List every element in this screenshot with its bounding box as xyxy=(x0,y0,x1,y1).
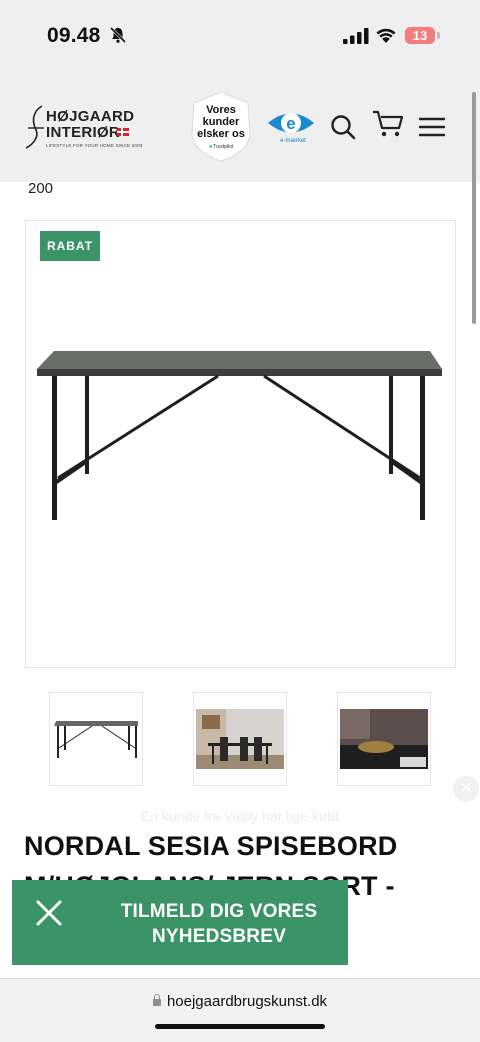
silent-bell-icon xyxy=(109,26,127,44)
cart-icon[interactable] xyxy=(372,109,404,139)
battery-cap xyxy=(437,32,440,39)
trustpilot-label: ★Trustpilot xyxy=(191,144,251,150)
purchase-notification: En kunde fra Valby har lige købt xyxy=(140,808,340,824)
discount-badge: RABAT xyxy=(40,231,100,261)
newsletter-line1: TILMELD DIG VORES xyxy=(120,901,318,922)
trustpilot-brand: Trustpilot xyxy=(213,144,234,150)
thumbnail-table-image xyxy=(54,721,138,758)
logo-line2: INTERIØR xyxy=(46,124,121,141)
emark-badge[interactable]: e e-mærket xyxy=(266,108,316,148)
thumbnail-table[interactable] xyxy=(49,692,143,786)
newsletter-line2: NYHEDSBREV xyxy=(152,926,286,947)
logo-line1: HØJGAARD xyxy=(46,108,135,125)
page-scrollbar[interactable] xyxy=(472,92,476,324)
site-logo[interactable]: HØJGAARD INTERIØR LIFESTYLE FOR YOUR HOM… xyxy=(24,104,142,152)
thumbnail-detail-image xyxy=(340,709,428,769)
product-title: NORDAL SESIA SPISEBORD M/HØJGLANS/ JERN … xyxy=(24,826,464,901)
thumbnail-dining-image xyxy=(196,709,284,769)
emark-label: e-mærket xyxy=(280,138,306,144)
menu-icon[interactable] xyxy=(419,117,445,137)
cellular-signal-icon xyxy=(343,28,369,44)
logo-swirl-icon xyxy=(25,105,44,149)
trust-badge-text: Vores kunder elsker os xyxy=(197,104,245,140)
wifi-icon xyxy=(376,28,396,43)
search-icon[interactable] xyxy=(330,114,356,140)
svg-text:e: e xyxy=(286,114,295,133)
newsletter-signup-button[interactable]: TILMELD DIG VORES NYHEDSBREV xyxy=(12,880,348,965)
status-time: 09.48 xyxy=(47,24,101,47)
lock-icon xyxy=(152,994,161,1006)
newsletter-text: TILMELD DIG VORES NYHEDSBREV xyxy=(94,899,344,949)
product-title-line1: NORDAL SESIA SPISEBORD xyxy=(24,831,398,861)
thumbnail-dining-room[interactable] xyxy=(193,692,287,786)
product-image[interactable] xyxy=(34,345,444,525)
thumbnail-table-detail[interactable] xyxy=(337,692,431,786)
notification-close-icon[interactable]: ✕ xyxy=(453,776,479,802)
page-top-label: 200 xyxy=(28,180,54,197)
danish-flag-icon xyxy=(117,128,129,136)
url-display[interactable]: hoejgaardbrugskunst.dk xyxy=(0,993,480,1010)
newsletter-close-icon[interactable] xyxy=(36,900,62,926)
url-text: hoejgaardbrugskunst.dk xyxy=(166,993,328,1010)
emark-eye-icon: e xyxy=(268,113,314,133)
status-bar: 09.48 13 xyxy=(0,0,480,72)
trustpilot-badge[interactable]: Vores kunder elsker os ★Trustpilot xyxy=(191,91,251,162)
browser-url-bar[interactable]: hoejgaardbrugskunst.dk xyxy=(0,978,480,1042)
home-indicator[interactable] xyxy=(155,1024,325,1029)
logo-tagline: LIFESTYLE FOR YOUR HOME SINCE 2003 xyxy=(46,143,143,148)
battery-indicator: 13 xyxy=(405,27,435,44)
